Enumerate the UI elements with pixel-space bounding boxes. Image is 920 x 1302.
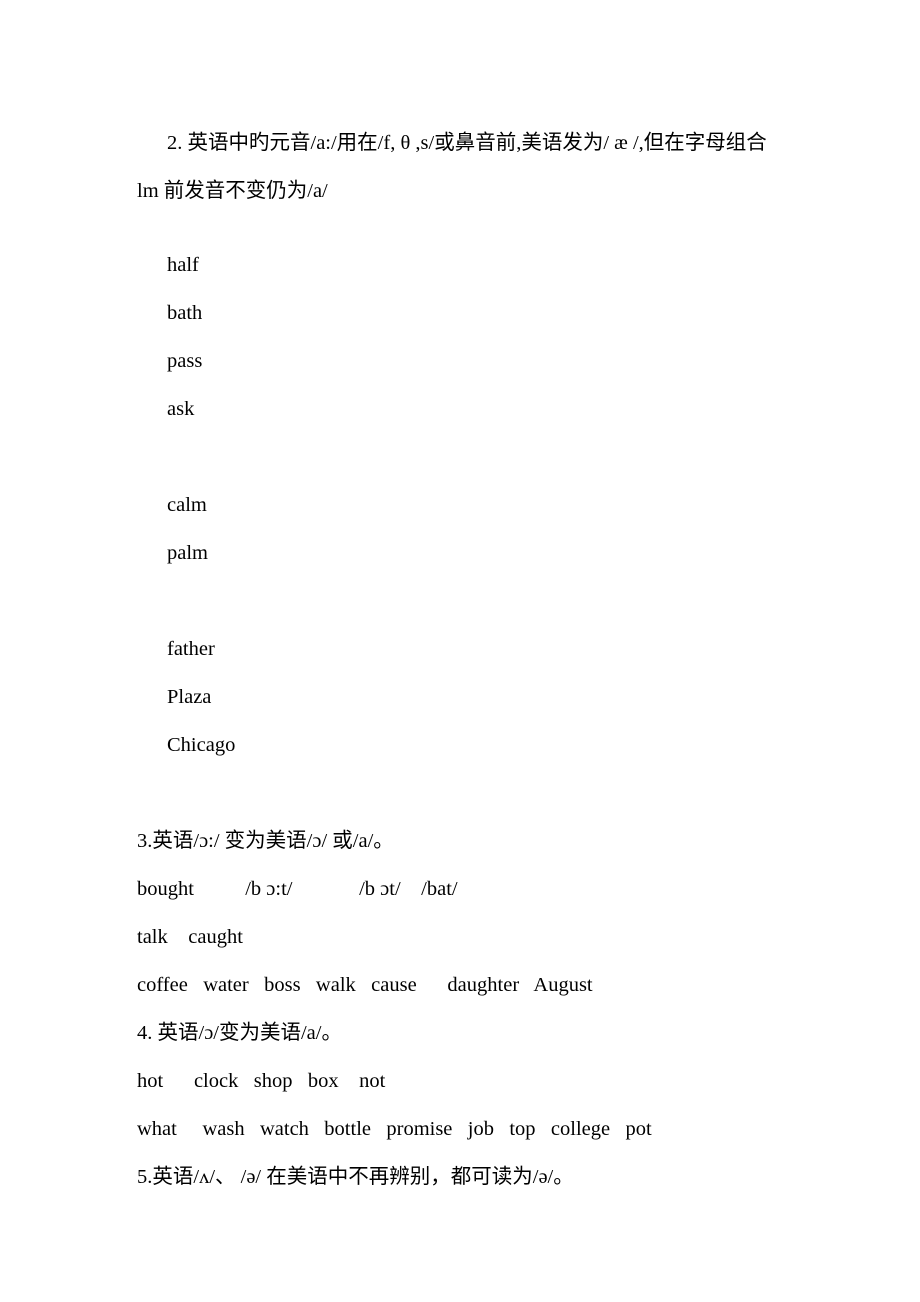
section-4-heading: 4. 英语/ɔ/变为美语/a/。 <box>137 1022 342 1044</box>
spacer-after-section-2-heading <box>137 215 797 241</box>
section-3-example-row: bought /b ɔ:t/ /b ɔt/ /bat/ <box>137 865 797 913</box>
section-3-word-line-1: talk caught <box>137 926 243 948</box>
word-item-father: father <box>167 638 215 660</box>
spacer-col-2 <box>292 878 359 900</box>
section-4-word-line-2: what wash watch bottle promise job top c… <box>137 1118 652 1140</box>
example-american-transcription-1: /b ɔt/ <box>359 878 401 900</box>
example-word-bought: bought <box>137 878 194 900</box>
example-american-transcription-2: /bat/ <box>421 878 458 900</box>
document-page: 2. 英语中旳元音/a:/用在/f, θ ,s/或鼻音前,美语发为/ æ /,但… <box>0 0 920 1302</box>
section-5-heading: 5.英语/ʌ/、 /ə/ 在美语中不再辨别，都可读为/ə/。 <box>137 1166 574 1188</box>
spacer-word-group-a-b <box>137 433 797 481</box>
word-item-chicago: Chicago <box>167 734 236 756</box>
section-3-heading: 3.英语/ɔ:/ 变为美语/ɔ/ 或/a/。 <box>137 830 394 852</box>
word-item-pass: pass <box>167 350 203 372</box>
document-content: 2. 英语中旳元音/a:/用在/f, θ ,s/或鼻音前,美语发为/ æ /,但… <box>137 119 797 1201</box>
word-item-palm: palm <box>167 542 208 564</box>
word-item-calm: calm <box>167 494 207 516</box>
word-item-bath: bath <box>167 302 203 324</box>
word-item-plaza: Plaza <box>167 686 212 708</box>
spacer-col-3 <box>401 878 422 900</box>
section-3-word-line-2: coffee water boss walk cause daughter Au… <box>137 974 593 996</box>
word-item-half: half <box>167 254 199 276</box>
section-2-heading: 2. 英语中旳元音/a:/用在/f, θ ,s/或鼻音前,美语发为/ æ /,但… <box>137 132 767 202</box>
word-item-ask: ask <box>167 398 195 420</box>
section-4-word-line-1: hot clock shop box not <box>137 1070 386 1092</box>
spacer-word-group-b-c <box>137 577 797 625</box>
example-british-transcription: /b ɔ:t/ <box>245 878 293 900</box>
spacer-before-section-3 <box>137 769 797 817</box>
spacer-col-1 <box>194 878 245 900</box>
